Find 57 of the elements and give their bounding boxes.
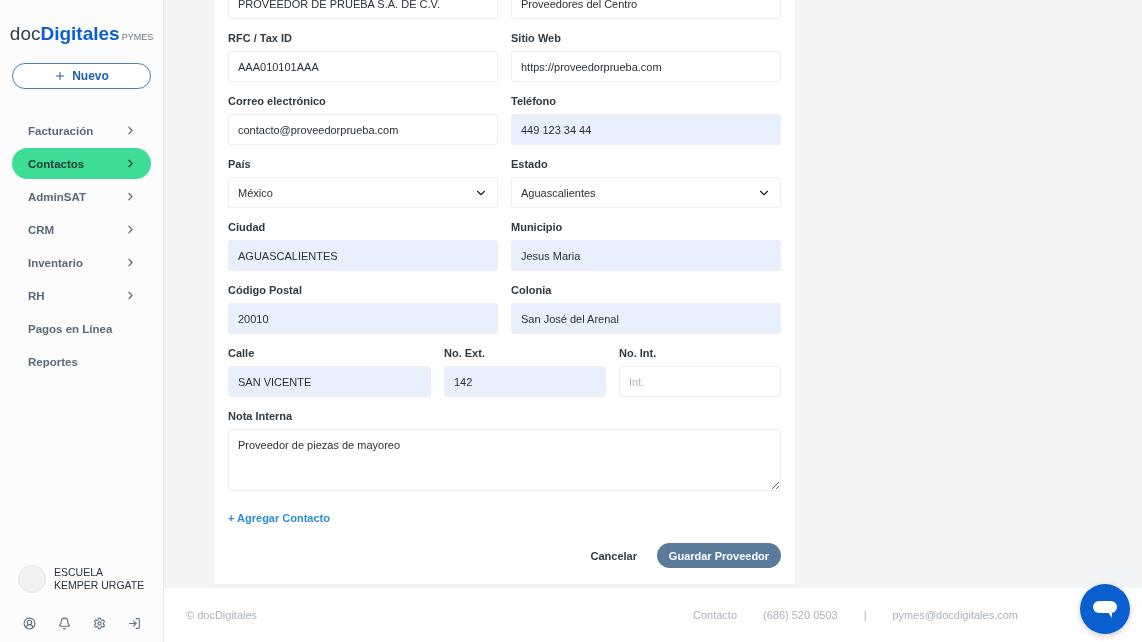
user-icon[interactable] <box>23 617 36 630</box>
select-field[interactable]: México <box>228 177 498 208</box>
field-label: Calle <box>228 346 256 361</box>
field-label: Municipio <box>511 220 564 235</box>
input-field[interactable]: 449 123 34 44 <box>511 114 781 145</box>
new-button[interactable]: Nuevo <box>12 63 151 89</box>
plus-icon <box>54 70 67 82</box>
input-field[interactable]: PROVEEDOR DE PRUEBA S.A. DE C.V. <box>228 0 498 19</box>
phone-text: (686) 520 0503 <box>763 609 838 621</box>
field-label: Teléfono <box>511 94 557 109</box>
input-field[interactable]: Int. <box>619 366 781 397</box>
company-avatar <box>18 565 46 593</box>
nav-item[interactable]: RH <box>12 280 151 311</box>
input-field[interactable]: Proveedores del Centro <box>511 0 781 19</box>
field-label: Estado <box>511 157 549 172</box>
nav-item[interactable]: AdminSAT <box>12 181 151 212</box>
field-label: Correo electrónico <box>228 94 327 109</box>
input-field[interactable]: AAA010101AAA <box>228 51 498 82</box>
input-field[interactable]: https://proveedorprueba.com <box>511 51 781 82</box>
add-contact-link[interactable]: + Agregar Contacto <box>228 512 330 524</box>
nav-item[interactable]: CRM <box>12 214 151 245</box>
input-field[interactable]: contacto@proveedorprueba.com <box>228 114 498 145</box>
textarea-field[interactable]: Proveedor de piezas de mayoreo <box>228 429 781 491</box>
field-label: Nota Interna <box>228 409 294 424</box>
app-logo: docDigitales PYMES <box>12 22 151 46</box>
select-field[interactable]: Aguascalientes <box>511 177 781 208</box>
chat-bubble-icon <box>1093 599 1117 619</box>
logout-icon[interactable] <box>128 617 141 630</box>
contact-label: Contacto <box>693 609 737 621</box>
field-label: País <box>228 157 252 172</box>
chat-button[interactable] <box>1080 584 1130 634</box>
input-field[interactable]: Jesus Maria <box>511 240 781 271</box>
nav-item[interactable]: Contactos <box>12 148 151 179</box>
input-field[interactable]: 20010 <box>228 303 498 334</box>
field-label: RFC / Tax ID <box>228 31 293 46</box>
copyright-text: © docDigitales <box>186 609 258 621</box>
separator-text: | <box>863 609 867 621</box>
nav-item[interactable]: Pagos en Línea <box>12 313 151 344</box>
nav-item[interactable]: Reportes <box>12 346 151 377</box>
field-label: Ciudad <box>228 220 267 235</box>
company-name: ESCUELA KEMPER URGATE <box>54 566 145 592</box>
field-label: No. Int. <box>619 346 658 361</box>
nav-item[interactable]: Facturación <box>12 115 151 146</box>
input-field[interactable]: 142 <box>444 366 606 397</box>
bell-icon[interactable] <box>58 617 71 630</box>
settings-icon[interactable] <box>93 617 106 630</box>
field-label: No. Ext. <box>444 346 486 361</box>
field-label: Colonia <box>511 283 553 298</box>
nav-item[interactable]: Inventario <box>12 247 151 278</box>
email-text: pymes@docdigitales.com <box>892 609 1018 621</box>
field-label: Sitio Web <box>511 31 562 46</box>
cancel-button[interactable]: Cancelar <box>584 548 643 563</box>
field-label: Código Postal <box>228 283 303 298</box>
input-field[interactable]: SAN VICENTE <box>228 366 431 397</box>
save-button[interactable]: Guardar Proveedor <box>657 543 781 568</box>
input-field[interactable]: AGUASCALIENTES <box>228 240 498 271</box>
input-field[interactable]: San José del Arenal <box>511 303 781 334</box>
